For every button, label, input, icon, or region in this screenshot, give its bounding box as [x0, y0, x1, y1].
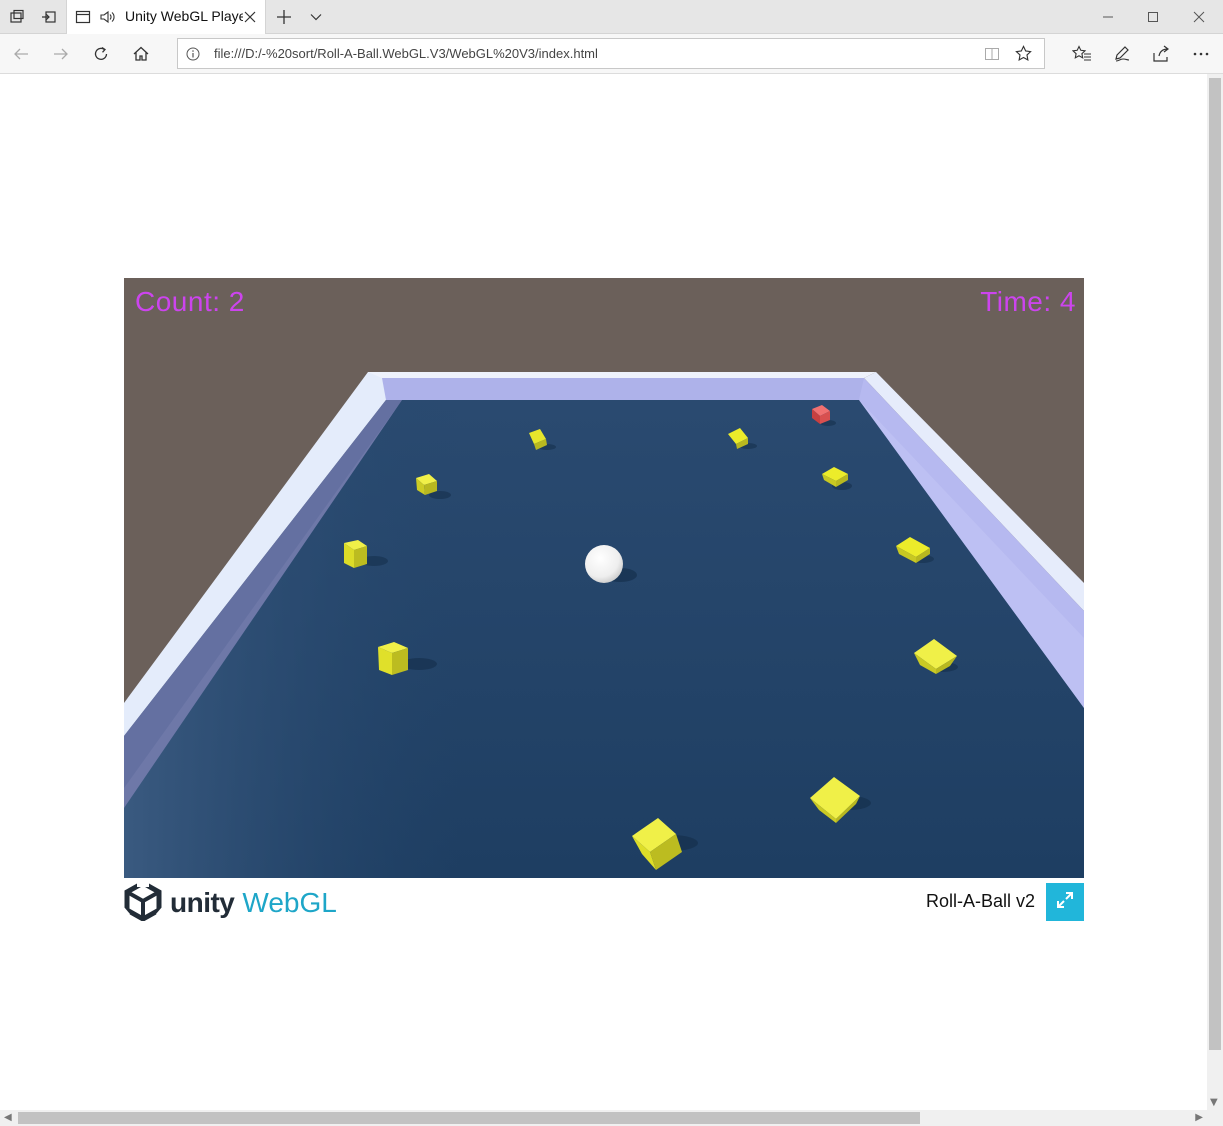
- set-tabs-aside-icon[interactable]: [40, 8, 58, 26]
- unity-logo-icon: [124, 880, 162, 925]
- minimize-icon[interactable]: [1099, 8, 1117, 26]
- address-bar[interactable]: file:///D:/-%20sort/Roll-A-Ball.WebGL.V3…: [177, 38, 1045, 69]
- favorites-list-icon[interactable]: [1072, 44, 1092, 64]
- url-text[interactable]: file:///D:/-%20sort/Roll-A-Ball.WebGL.V3…: [214, 46, 598, 61]
- star-icon[interactable]: [1015, 45, 1032, 66]
- player-ball: [585, 545, 623, 583]
- scroll-down-icon[interactable]: ▼: [1210, 1097, 1218, 1108]
- maximize-icon[interactable]: [1144, 8, 1162, 26]
- game-title: Roll-A-Ball v2: [925, 891, 1035, 911]
- unity-webgl-logo: unity WebGL: [124, 880, 337, 925]
- pen-icon[interactable]: [1112, 44, 1132, 64]
- speaker-icon[interactable]: [99, 9, 117, 29]
- navigation-bar: file:///D:/-%20sort/Roll-A-Ball.WebGL.V3…: [0, 34, 1223, 74]
- title-bar: Unity WebGL Player: [0, 0, 1223, 34]
- tabs-aside-icon[interactable]: [8, 8, 26, 26]
- logo-webgl-text: WebGL: [242, 887, 337, 918]
- game-canvas[interactable]: Count: 2 Time: 4: [124, 278, 1084, 878]
- scroll-left-icon[interactable]: ◀: [4, 1112, 12, 1123]
- share-icon[interactable]: [1151, 44, 1171, 64]
- horizontal-scrollbar[interactable]: ◀ ▶: [0, 1110, 1223, 1126]
- fullscreen-icon: [1056, 891, 1074, 913]
- book-icon[interactable]: [984, 46, 1000, 66]
- chevron-down-icon[interactable]: [307, 8, 325, 26]
- tab-title: Unity WebGL Player: [125, 8, 243, 24]
- info-icon[interactable]: [186, 46, 200, 65]
- home-icon[interactable]: [131, 44, 151, 64]
- fullscreen-button[interactable]: [1046, 883, 1084, 921]
- time-label: Time: 4: [980, 286, 1076, 317]
- forward-arrow-icon[interactable]: [51, 44, 71, 64]
- vertical-scroll-thumb[interactable]: [1209, 78, 1221, 1050]
- page-icon: [75, 9, 91, 29]
- back-wall-face: [382, 378, 864, 400]
- more-icon[interactable]: [1191, 44, 1211, 64]
- browser-tab[interactable]: Unity WebGL Player: [66, 0, 266, 34]
- vertical-scrollbar[interactable]: ▼: [1207, 74, 1223, 1110]
- count-label: Count: 2: [135, 286, 245, 317]
- back-wall-top: [368, 372, 876, 378]
- horizontal-scroll-thumb[interactable]: [18, 1112, 920, 1124]
- back-arrow-icon[interactable]: [11, 44, 31, 64]
- logo-unity-text: unity: [170, 887, 235, 918]
- close-icon[interactable]: [243, 9, 257, 28]
- refresh-icon[interactable]: [91, 44, 111, 64]
- close-window-icon[interactable]: [1190, 8, 1208, 26]
- game-scene: [124, 278, 1084, 878]
- plus-icon[interactable]: [275, 8, 293, 26]
- scroll-right-icon[interactable]: ▶: [1195, 1112, 1203, 1123]
